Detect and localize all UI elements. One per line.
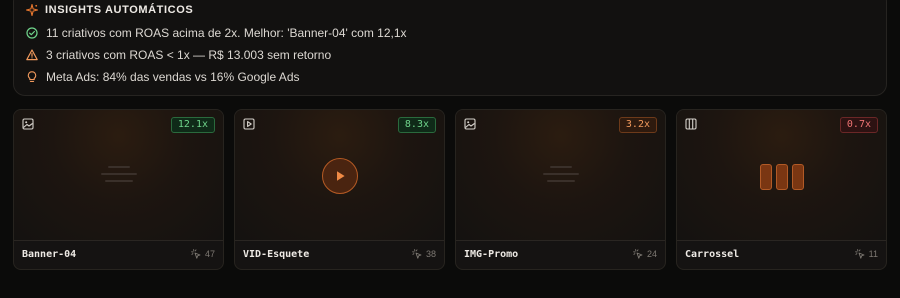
- carousel-icon: [685, 118, 697, 130]
- insight-text: Meta Ads: 84% das vendas vs 16% Google A…: [46, 70, 300, 84]
- cursor-click-icon: [191, 249, 201, 259]
- card-footer: IMG-Promo 24: [456, 239, 665, 269]
- insight-item: 11 criativos com ROAS acima de 2x. Melho…: [26, 26, 407, 40]
- creative-name: Carrossel: [685, 248, 740, 260]
- creative-card[interactable]: 8.3x VID-Esquete 38: [234, 109, 445, 270]
- count-value: 47: [204, 249, 215, 259]
- video-icon: [243, 118, 255, 130]
- warning-triangle-icon: [26, 49, 38, 61]
- carousel-slide: [775, 164, 788, 190]
- card-footer: Banner-04 47: [14, 239, 223, 269]
- roas-badge: 8.3x: [397, 117, 436, 133]
- count-value: 11: [868, 249, 878, 259]
- roas-badge: 0.7x: [839, 117, 878, 133]
- card-footer: VID-Esquete 38: [235, 239, 444, 269]
- insight-text: 3 criativos com ROAS < 1x — R$ 13.003 se…: [46, 48, 332, 62]
- insights-panel: Insights automáticos 11 criativos com RO…: [13, 0, 887, 96]
- count-value: 24: [646, 249, 657, 259]
- creative-name: VID-Esquete: [243, 248, 310, 260]
- image-icon: [464, 118, 476, 130]
- image-placeholder: [100, 166, 137, 186]
- insight-item: Meta Ads: 84% das vendas vs 16% Google A…: [26, 70, 300, 84]
- roas-badge: 12.1x: [170, 117, 215, 133]
- carousel-placeholder: [759, 164, 804, 190]
- creative-card[interactable]: 0.7x Carrossel 11: [676, 109, 887, 270]
- cursor-click-icon: [633, 249, 643, 259]
- insights-header: Insights automáticos: [26, 4, 193, 16]
- creative-name: IMG-Promo: [464, 248, 519, 260]
- conversion-count: 47: [191, 249, 215, 259]
- carousel-slide: [759, 164, 772, 190]
- conversion-count: 24: [633, 249, 657, 259]
- check-circle-icon: [26, 27, 38, 39]
- insights-title: Insights automáticos: [45, 4, 194, 16]
- creative-name: Banner-04: [22, 248, 77, 260]
- play-icon: [336, 171, 345, 181]
- count-value: 38: [425, 249, 436, 259]
- cursor-click-icon: [412, 249, 422, 259]
- cursor-click-icon: [854, 249, 865, 259]
- conversion-count: 38: [412, 249, 436, 259]
- roas-badge: 3.2x: [618, 117, 657, 133]
- creative-thumbnail[interactable]: 12.1x: [14, 110, 223, 241]
- image-icon: [22, 118, 34, 130]
- creative-thumbnail[interactable]: 0.7x: [677, 110, 886, 241]
- conversion-count: 11: [854, 249, 878, 259]
- creative-thumbnail[interactable]: 8.3x: [235, 110, 444, 241]
- carousel-slide: [791, 164, 804, 190]
- image-placeholder: [542, 166, 579, 186]
- card-footer: Carrossel 11: [677, 239, 886, 269]
- insight-text: 11 criativos com ROAS acima de 2x. Melho…: [46, 26, 407, 40]
- lightbulb-icon: [27, 71, 37, 83]
- sparkle-icon: [26, 4, 38, 16]
- play-button[interactable]: [321, 158, 358, 194]
- creative-card[interactable]: 3.2x IMG-Promo 24: [455, 109, 666, 270]
- creative-thumbnail[interactable]: 3.2x: [456, 110, 665, 241]
- creative-card[interactable]: 12.1x Banner-04 47: [13, 109, 224, 270]
- insight-item: 3 criativos com ROAS < 1x — R$ 13.003 se…: [26, 48, 331, 62]
